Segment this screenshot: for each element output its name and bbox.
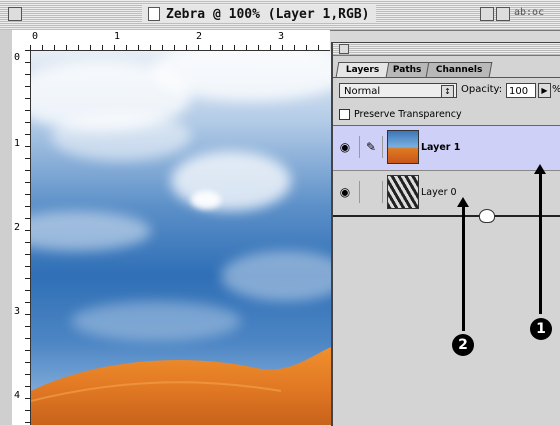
opacity-label: Opacity: [461, 84, 503, 95]
palette-tabs: Layers Paths Channels [335, 59, 493, 77]
ruler-top-label: 3 [278, 31, 285, 42]
paintbrush-slot[interactable] [359, 181, 383, 203]
dropdown-arrows-icon: ↕ [441, 85, 454, 98]
sand-dune [31, 347, 331, 425]
callout-2-arrowhead [457, 197, 469, 207]
blend-mode-value: Normal [344, 86, 381, 97]
ruler-left-label: 4 [14, 390, 21, 401]
window-title: Zebra @ 100% (Layer 1,RGB) [166, 6, 370, 22]
tab-label: Paths [393, 65, 422, 75]
preserve-transparency[interactable]: Preserve Transparency [339, 109, 462, 120]
callout-1-line [539, 172, 542, 314]
collapse-box[interactable] [496, 7, 510, 21]
paintbrush-icon[interactable]: ✎ [359, 136, 383, 158]
ruler-top-label: 1 [114, 31, 121, 42]
document-icon [148, 7, 160, 21]
blend-mode-select[interactable]: Normal ↕ [339, 83, 457, 98]
title-wrap: Zebra @ 100% (Layer 1,RGB) [142, 5, 376, 23]
palette-title-bar[interactable] [333, 43, 560, 56]
image-canvas[interactable] [31, 51, 331, 425]
layer-1-row[interactable]: ◉ ✎ Layer 1 [333, 126, 560, 171]
tab-channels[interactable]: Channels [425, 62, 493, 77]
close-box[interactable] [8, 7, 22, 21]
horizontal-ruler[interactable]: 0 1 2 3 [30, 30, 330, 51]
opacity-input[interactable]: 100 [506, 83, 536, 98]
background-window-title: ab:oc [514, 7, 545, 18]
layer-0-row[interactable]: ◉ Layer 0 [333, 171, 560, 216]
callout-2-badge: 2 [452, 334, 474, 356]
opacity-slider-arrow-icon[interactable]: ▶ [538, 83, 551, 98]
tab-paths[interactable]: Paths [382, 62, 433, 77]
palette-close-box[interactable] [339, 44, 349, 54]
layers-list: ◉ ✎ Layer 1 ◉ Layer 0 [333, 125, 560, 216]
layer-name: Layer 0 [421, 187, 457, 198]
ruler-top-label: 2 [196, 31, 203, 42]
layers-palette[interactable]: Layers Paths Channels Normal ↕ Opacity: … [331, 42, 560, 426]
document-title-bar[interactable]: Zebra @ 100% (Layer 1,RGB) ab:oc [0, 0, 560, 31]
callout-1-arrowhead [534, 164, 546, 174]
tab-layers[interactable]: Layers [335, 62, 390, 77]
layer-drop-indicator [333, 209, 560, 225]
callout-2-line [462, 205, 465, 331]
eye-icon[interactable]: ◉ [336, 183, 354, 201]
layer-name: Layer 1 [421, 142, 461, 153]
preserve-transparency-checkbox[interactable] [339, 109, 350, 120]
tab-label: Layers [345, 65, 380, 75]
ruler-origin[interactable] [12, 30, 31, 51]
opacity-unit: % [552, 84, 560, 95]
callout-1-badge: 1 [530, 318, 552, 340]
ruler-left-label: 3 [14, 306, 21, 317]
preserve-transparency-label: Preserve Transparency [354, 109, 462, 120]
tab-label: Channels [435, 65, 483, 75]
zoom-box[interactable] [480, 7, 494, 21]
vertical-ruler[interactable]: 0 1 2 3 4 [12, 50, 31, 425]
eye-icon[interactable]: ◉ [336, 138, 354, 156]
layer-thumbnail [387, 130, 419, 164]
ruler-top-label: 0 [32, 31, 39, 42]
layer-thumbnail [387, 175, 419, 209]
ruler-left-label: 1 [14, 138, 21, 149]
tab-divider [333, 77, 560, 78]
ruler-left-label: 2 [14, 222, 21, 233]
ruler-left-label: 0 [14, 52, 21, 63]
drag-hand-icon[interactable] [479, 209, 495, 223]
